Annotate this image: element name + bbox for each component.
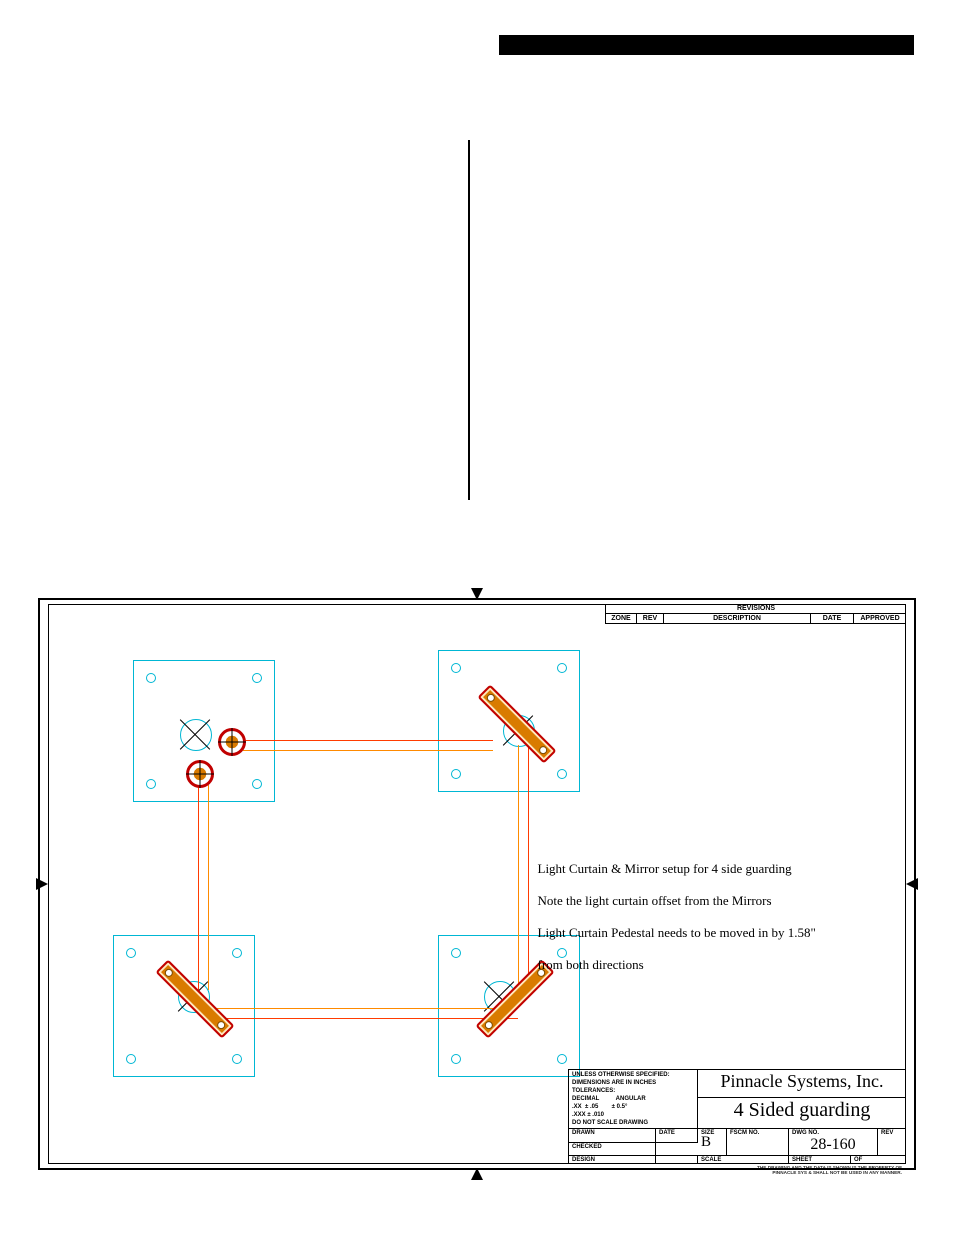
note-line-1: Light Curtain & Mirror setup for 4 side … bbox=[538, 861, 792, 876]
light-curtain-emitter-2 bbox=[186, 760, 214, 788]
company-name: Pinnacle Systems, Inc. bbox=[698, 1070, 907, 1098]
proprietary-note: THE DRAWING AND THE DATA IS SHOWN IS THE… bbox=[757, 1165, 902, 1175]
of-label: OF bbox=[854, 1157, 903, 1163]
light-curtain-emitter-1 bbox=[218, 728, 246, 756]
fscm-label: FSCM NO. bbox=[730, 1130, 785, 1136]
vertical-text-divider bbox=[468, 140, 470, 500]
drawing-frame: REVISIONS ZONE REV DESCRIPTION DATE APPR… bbox=[38, 590, 916, 1178]
design-label: DESIGN bbox=[572, 1157, 652, 1163]
note-line-2: Note the light curtain offset from the M… bbox=[538, 893, 772, 908]
header-black-bar bbox=[499, 35, 914, 55]
note-line-4: from both directions bbox=[538, 957, 644, 972]
scale-label: SCALE bbox=[701, 1157, 785, 1163]
dwg-number: 28-160 bbox=[810, 1136, 855, 1153]
date-label: DATE bbox=[659, 1130, 694, 1136]
drawing-title: 4 Sided guarding bbox=[698, 1098, 907, 1129]
size-value: B bbox=[701, 1134, 711, 1150]
rev-label: REV bbox=[881, 1130, 903, 1136]
drawn-label: DRAWN bbox=[572, 1130, 652, 1136]
title-block: UNLESS OTHERWISE SPECIFIED: DIMENSIONS A… bbox=[568, 1069, 906, 1164]
sheet-label: SHEET bbox=[792, 1157, 847, 1163]
tolerance-spec: UNLESS OTHERWISE SPECIFIED: DIMENSIONS A… bbox=[572, 1072, 670, 1126]
checked-label: CHECKED bbox=[572, 1144, 652, 1150]
page: REVISIONS ZONE REV DESCRIPTION DATE APPR… bbox=[0, 0, 954, 1235]
drawing-note: Light Curtain & Mirror setup for 4 side … bbox=[518, 845, 816, 989]
note-line-3: Light Curtain Pedestal needs to be moved… bbox=[538, 925, 816, 940]
